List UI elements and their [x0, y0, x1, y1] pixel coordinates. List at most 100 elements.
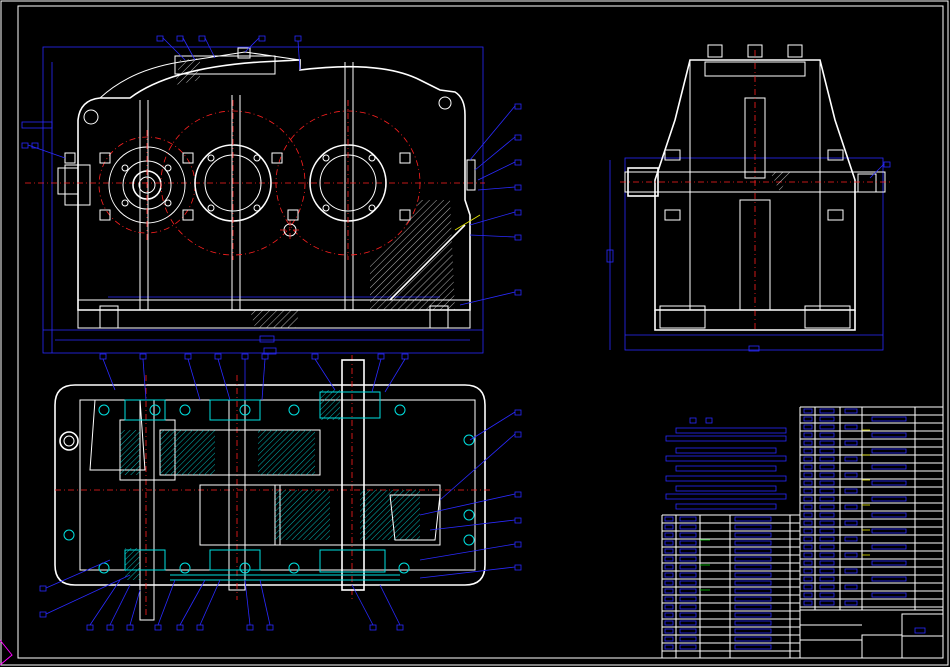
table-cell-text	[871, 416, 907, 422]
table-cell-text	[844, 600, 858, 606]
table-cell-text	[819, 456, 835, 462]
table-cell-text	[664, 516, 674, 522]
table-cell-text	[819, 528, 835, 534]
table-cell-text	[734, 620, 772, 626]
table-cell-text	[679, 540, 697, 546]
table-cell-text	[844, 424, 858, 430]
table-cell-text	[679, 596, 697, 602]
table-cell-text	[871, 544, 907, 550]
table-cell-text	[803, 456, 813, 462]
table-cell-text	[844, 520, 858, 526]
table-cell-text	[734, 564, 772, 570]
table-cell-text	[803, 600, 813, 606]
table-cell-text	[871, 528, 907, 534]
table-cell-text	[664, 524, 674, 530]
table-cell-text	[664, 596, 674, 602]
table-cell-text	[819, 544, 835, 550]
table-cell-text	[803, 496, 813, 502]
table-cell-text	[664, 636, 674, 642]
gear-circle	[160, 100, 306, 260]
table-cell-text	[679, 556, 697, 562]
table-cell-text	[871, 448, 907, 454]
table-cell-text	[734, 548, 772, 554]
table-cell-text	[844, 440, 858, 446]
table-cell-text	[819, 592, 835, 598]
table-cell-text	[844, 568, 858, 574]
table-cell-text	[803, 584, 813, 590]
table-cell-text	[819, 600, 835, 606]
table-cell-text	[664, 604, 674, 610]
table-cell-text	[803, 480, 813, 486]
table-cell-text	[819, 536, 835, 542]
table-cell-text	[734, 556, 772, 562]
table-cell-text	[871, 496, 907, 502]
table-cell-text	[844, 504, 858, 510]
table-cell-text	[734, 612, 772, 618]
sheet-frame	[0, 0, 949, 666]
table-cell-text	[803, 424, 813, 430]
table-cell-text	[664, 540, 674, 546]
table-cell-text	[679, 572, 697, 578]
table-cell-text	[819, 568, 835, 574]
table-cell-text	[734, 644, 772, 650]
table-cell-text	[664, 588, 674, 594]
table-cell-text	[844, 488, 858, 494]
table-cell-text	[664, 620, 674, 626]
technical-notes	[665, 417, 787, 510]
table-cell-text	[803, 560, 813, 566]
table-cell-text	[871, 576, 907, 582]
table-cell-text	[803, 576, 813, 582]
table-cell-text	[844, 456, 858, 462]
table-cell-text	[871, 560, 907, 566]
table-cell-text	[819, 416, 835, 422]
gear-circle	[98, 130, 196, 240]
table-cell-text	[819, 496, 835, 502]
table-cell-text	[803, 464, 813, 470]
table-cell-text	[844, 584, 858, 590]
table-cell-text	[679, 644, 697, 650]
table-cell-text	[664, 564, 674, 570]
table-cell-text	[819, 520, 835, 526]
table-cell-text	[819, 560, 835, 566]
table-cell-text	[664, 548, 674, 554]
table-cell-text	[679, 604, 697, 610]
table-cell-text	[819, 512, 835, 518]
table-cell-text	[679, 524, 697, 530]
table-cell-text	[734, 516, 772, 522]
table-cell-text	[803, 568, 813, 574]
table-cell-text	[803, 520, 813, 526]
table-cell-text	[679, 636, 697, 642]
title-block	[799, 609, 944, 659]
table-cell-text	[664, 532, 674, 538]
table-cell-text	[819, 504, 835, 510]
table-cell-text	[803, 472, 813, 478]
table-cell-text	[819, 472, 835, 478]
table-cell-text	[679, 580, 697, 586]
table-cell-text	[803, 592, 813, 598]
table-cell-text	[844, 536, 858, 542]
table-cell-text	[803, 416, 813, 422]
table-cell-text	[803, 552, 813, 558]
table-cell-text	[664, 572, 674, 578]
table-cell-text	[803, 432, 813, 438]
table-cell-text	[734, 572, 772, 578]
table-cell-text	[734, 628, 772, 634]
table-cell-text	[819, 440, 835, 446]
table-cell-text	[819, 552, 835, 558]
table-cell-text	[819, 480, 835, 486]
table-cell-text	[803, 512, 813, 518]
table-cell-text	[679, 516, 697, 522]
table-cell-text	[819, 432, 835, 438]
table-cell-text	[679, 564, 697, 570]
table-cell-text	[803, 504, 813, 510]
table-cell-text	[871, 512, 907, 518]
table-cell-text	[679, 532, 697, 538]
table-cell-text	[664, 628, 674, 634]
table-cell-text	[803, 536, 813, 542]
table-cell-text	[734, 580, 772, 586]
table-cell-text	[819, 584, 835, 590]
top-section-view	[39, 353, 522, 631]
table-cell-text	[664, 644, 674, 650]
table-cell-text	[844, 552, 858, 558]
table-cell-text	[871, 432, 907, 438]
